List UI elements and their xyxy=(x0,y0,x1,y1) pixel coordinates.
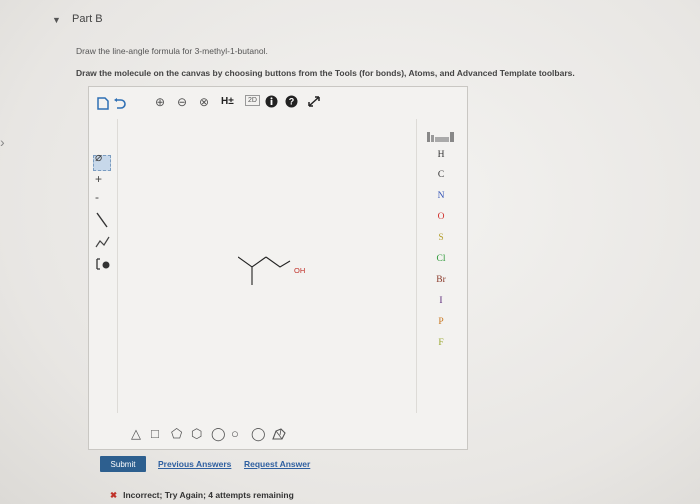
atom-o[interactable]: O xyxy=(415,212,467,223)
cyclopentane-icon[interactable]: ⬠ xyxy=(171,427,182,440)
oh-label: OH xyxy=(294,266,306,275)
chevron-right-icon[interactable]: › xyxy=(0,134,5,150)
cyclohexane-icon[interactable]: ⬡ xyxy=(191,427,202,440)
svg-text:?: ? xyxy=(289,97,295,107)
periodic-table-icon[interactable] xyxy=(427,131,455,143)
charge-minus-button[interactable]: - xyxy=(95,191,99,203)
previous-answers-link[interactable]: Previous Answers xyxy=(158,459,231,469)
single-bond-icon[interactable] xyxy=(95,211,109,232)
instructions: Draw the molecule on the canvas by choos… xyxy=(76,68,575,78)
drawn-molecule[interactable] xyxy=(238,249,328,299)
question-prompt: Draw the line-angle formula for 3-methyl… xyxy=(76,46,268,56)
tools-bar: ⌀ + - xyxy=(89,119,117,413)
collapse-triangle-icon[interactable]: ▼ xyxy=(52,15,61,25)
atom-s[interactable]: S xyxy=(415,233,467,244)
templates-icon[interactable] xyxy=(95,257,111,274)
2d-clean-button[interactable]: 2D xyxy=(245,95,260,106)
charge-plus-button[interactable]: + xyxy=(95,173,102,185)
atom-n[interactable]: N xyxy=(415,191,467,202)
chain-icon[interactable] xyxy=(95,235,111,252)
help-icon[interactable]: ? xyxy=(285,95,298,110)
template-bar: △ □ ⬠ ⬡ ◯ ○ ◯ xyxy=(89,413,467,449)
new-document-icon[interactable] xyxy=(97,97,109,112)
x-icon: ✖ xyxy=(110,490,118,500)
part-title: Part B xyxy=(72,13,103,25)
editor-toolbar: ⊕ ⊖ ⊗ H± 2D ? xyxy=(89,87,467,119)
atom-h[interactable]: H xyxy=(415,150,467,161)
fullscreen-icon[interactable] xyxy=(307,95,321,110)
feedback-message: ✖ Incorrect; Try Again; 4 attempts remain… xyxy=(110,490,294,501)
zoom-out-icon[interactable]: ⊖ xyxy=(177,96,187,108)
cyclooctane-icon[interactable]: ○ xyxy=(231,427,239,440)
hydrogen-toggle-button[interactable]: H± xyxy=(221,97,234,107)
request-answer-link[interactable]: Request Answer xyxy=(244,459,310,469)
info-icon[interactable] xyxy=(265,95,278,110)
cyclopropane-icon[interactable]: △ xyxy=(131,427,141,440)
feedback-text: Incorrect; Try Again; 4 attempts remaini… xyxy=(123,490,294,500)
undo-icon[interactable] xyxy=(113,97,126,111)
atom-f[interactable]: F xyxy=(415,338,467,349)
benzene-icon[interactable]: ◯ xyxy=(251,427,266,440)
zoom-in-icon[interactable]: ⊕ xyxy=(155,96,165,108)
clear-icon[interactable]: ⊗ xyxy=(199,96,209,108)
chair-template-icon[interactable] xyxy=(271,427,287,443)
atoms-bar: H C N O S Cl Br I P F xyxy=(415,119,467,413)
atom-cl[interactable]: Cl xyxy=(415,254,467,265)
drawing-canvas[interactable]: OH xyxy=(117,119,417,413)
cyclobutane-icon[interactable]: □ xyxy=(151,427,159,440)
submit-button[interactable]: Submit xyxy=(100,456,146,472)
atom-p[interactable]: P xyxy=(415,317,467,328)
eraser-icon[interactable]: ⌀ xyxy=(95,151,102,163)
atom-c[interactable]: C xyxy=(415,170,467,181)
molecule-editor: ⊕ ⊖ ⊗ H± 2D ? ⌀ + - OH H C N O S Cl Br I… xyxy=(88,86,468,450)
atom-br[interactable]: Br xyxy=(415,275,467,286)
atom-i[interactable]: I xyxy=(415,296,467,307)
cycloheptane-icon[interactable]: ◯ xyxy=(211,427,226,440)
